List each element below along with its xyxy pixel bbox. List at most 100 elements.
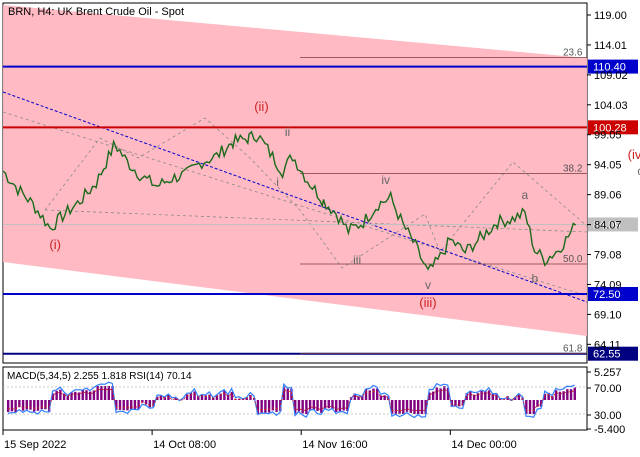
price-tick-label: 99.05 bbox=[594, 130, 622, 142]
macd-bar bbox=[405, 400, 409, 412]
fib-level-label: 50.0 bbox=[563, 254, 583, 265]
macd-bar bbox=[129, 400, 133, 410]
wave-label: v bbox=[425, 278, 431, 292]
macd-bar bbox=[96, 386, 99, 400]
time-axis: 15 Sep 2022 14 Oct 08:00 14 Nov 16:00 14 De… bbox=[2, 430, 517, 451]
macd-bar bbox=[420, 400, 424, 414]
macd-bar bbox=[536, 400, 539, 407]
macd-bar bbox=[528, 400, 532, 414]
macd-bar bbox=[573, 387, 576, 400]
macd-bar bbox=[379, 395, 383, 400]
macd-bar bbox=[394, 400, 398, 414]
indicator-title: MACD(5,34,5) 2.255 1.818 RSI(14) 70.14 bbox=[7, 371, 192, 382]
macd-bar bbox=[223, 390, 226, 400]
price-tick-label: 89.06 bbox=[594, 190, 622, 202]
macd-bar bbox=[40, 400, 43, 410]
macd-bar bbox=[18, 400, 21, 408]
macd-bar bbox=[193, 391, 196, 400]
indicator-axis: 5.257 70.00 30.00 -5.400 bbox=[587, 367, 625, 436]
macd-bar bbox=[286, 388, 289, 400]
macd-bar bbox=[85, 390, 88, 400]
macd-bar bbox=[320, 400, 323, 413]
macd-bar bbox=[267, 400, 271, 413]
macd-bar bbox=[554, 390, 558, 400]
time-tick-label: 14 Nov 16:00 bbox=[302, 439, 367, 451]
macd-bar bbox=[297, 400, 301, 412]
macd-bar bbox=[126, 400, 129, 411]
macd-bar bbox=[484, 390, 487, 400]
macd-bar bbox=[469, 391, 472, 400]
macd-bar bbox=[122, 400, 125, 411]
price-tick-label: 109.02 bbox=[594, 70, 628, 82]
indicator-tick-label: -5.400 bbox=[594, 424, 625, 436]
time-tick-label: 15 Sep 2022 bbox=[4, 439, 66, 451]
macd-bar bbox=[118, 400, 122, 410]
wave-label: iii bbox=[353, 253, 361, 267]
wave-label: (ii) bbox=[254, 99, 268, 114]
macd-bar bbox=[275, 400, 278, 412]
macd-bar bbox=[435, 387, 439, 400]
macd-bar bbox=[260, 400, 263, 413]
time-tick-label: 14 Dec 00:00 bbox=[451, 439, 516, 451]
macd-bar bbox=[398, 400, 401, 414]
indicator-tick-label: 30.00 bbox=[594, 410, 622, 422]
price-tick-label: 104.03 bbox=[594, 100, 628, 112]
indicator-tick-label: 70.00 bbox=[594, 383, 622, 395]
macd-bar bbox=[417, 400, 420, 414]
macd-bar bbox=[372, 388, 375, 400]
macd-bar bbox=[25, 400, 29, 410]
macd-bar bbox=[327, 400, 330, 409]
macd-bar bbox=[219, 393, 222, 400]
fib-level-label: 38.2 bbox=[563, 163, 583, 174]
macd-bar bbox=[10, 400, 14, 412]
macd-bar bbox=[29, 400, 32, 410]
macd-bar bbox=[487, 390, 491, 400]
macd-bar bbox=[305, 400, 308, 414]
macd-bar bbox=[6, 400, 10, 412]
price-tick-label: 79.08 bbox=[594, 250, 622, 262]
macd-bar bbox=[264, 400, 267, 413]
macd-bar bbox=[74, 391, 77, 400]
wave-label: iv bbox=[381, 173, 390, 187]
chart-root: 110.40 100.28 84.09 72.50 62.55 23.6 38.2 50.0… bbox=[0, 0, 640, 457]
wave-label: ii bbox=[285, 125, 290, 139]
macd-bar bbox=[335, 400, 338, 413]
macd-bar bbox=[14, 400, 17, 413]
macd-bar bbox=[271, 400, 275, 411]
fib-level-label: 61.8 bbox=[563, 343, 583, 354]
macd-bar bbox=[566, 389, 569, 400]
price-tick-label: 69.10 bbox=[594, 309, 622, 321]
macd-bar bbox=[103, 386, 107, 400]
macd-bar bbox=[458, 400, 461, 407]
macd-bar bbox=[33, 400, 36, 412]
macd-bar bbox=[443, 386, 446, 400]
macd-bar bbox=[338, 400, 342, 412]
macd-bar bbox=[368, 390, 371, 400]
price-tick-label: 64.11 bbox=[594, 339, 621, 351]
price-tick-label: 119.00 bbox=[594, 10, 627, 22]
macd-bar bbox=[413, 400, 416, 414]
macd-bar bbox=[409, 400, 412, 413]
price-tick-label: 74.09 bbox=[594, 279, 622, 291]
wave-label: (i) bbox=[49, 237, 61, 252]
macd-bar bbox=[133, 400, 137, 410]
macd-bar bbox=[81, 389, 84, 400]
wave-label: (iv) bbox=[628, 147, 640, 162]
macd-bar bbox=[402, 400, 405, 414]
macd-bar bbox=[88, 391, 92, 400]
macd-bar bbox=[100, 386, 103, 400]
macd-bar bbox=[316, 400, 319, 412]
macd-bar bbox=[569, 389, 573, 400]
wave-label: i bbox=[276, 175, 279, 189]
price-chart[interactable]: 110.40100.2884.0972.5062.55 23.638.250.0… bbox=[0, 0, 640, 457]
macd-bar bbox=[532, 400, 535, 414]
macd-bar bbox=[312, 400, 316, 410]
macd-bar bbox=[558, 391, 562, 400]
price-tick-label: 114.01 bbox=[594, 40, 627, 52]
wave-label: a bbox=[522, 188, 529, 202]
price-tick-label: 94.05 bbox=[594, 160, 622, 172]
macd-bar bbox=[148, 400, 152, 408]
price-tick-label: 84.07 bbox=[594, 220, 622, 232]
macd-bar bbox=[55, 390, 58, 400]
macd-bar bbox=[342, 400, 345, 411]
